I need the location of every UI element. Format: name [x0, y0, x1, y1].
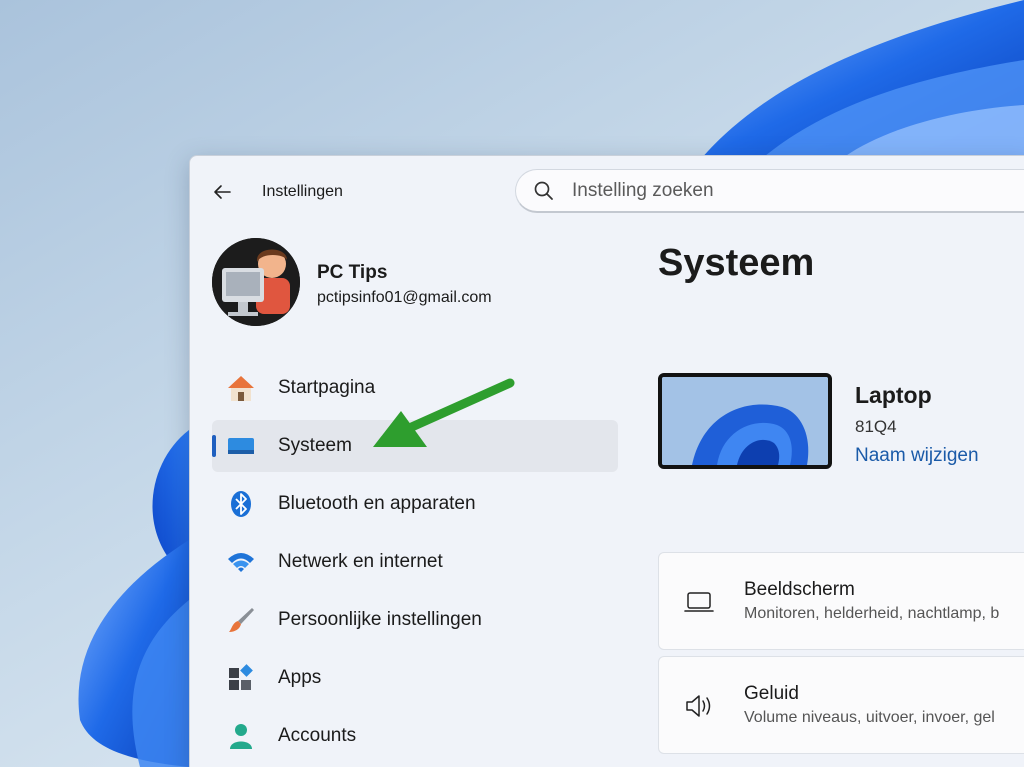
card-title: Geluid	[744, 683, 799, 704]
laptop-icon	[684, 592, 714, 612]
card-title: Beeldscherm	[744, 579, 855, 600]
sidebar-item-accounts[interactable]: Accounts	[212, 710, 618, 762]
sidebar-item-label: Persoonlijke instellingen	[278, 609, 482, 630]
sidebar-item-label: Bluetooth en apparaten	[278, 493, 476, 514]
sidebar-item-label: Apps	[278, 667, 322, 688]
sidebar-item-label: Systeem	[278, 435, 352, 456]
back-button[interactable]	[208, 178, 236, 206]
bluetooth-icon	[226, 489, 256, 519]
title-bar: Instellingen	[190, 156, 1024, 226]
home-icon	[226, 373, 256, 403]
sidebar-item-label: Startpagina	[278, 377, 376, 398]
sidebar-item-label: Accounts	[278, 725, 357, 746]
speaker-icon	[686, 695, 711, 717]
apps-icon	[226, 663, 256, 693]
card-geluid[interactable]: Geluid Volume niveaus, uitvoer, invoer, …	[658, 656, 1024, 754]
rename-device-link[interactable]: Naam wijzigen	[855, 445, 979, 467]
device-name: Laptop	[855, 382, 932, 408]
back-arrow-icon	[214, 185, 231, 199]
search-icon	[534, 181, 553, 200]
app-title: Instellingen	[262, 183, 343, 200]
sidebar-item-label: Netwerk en internet	[278, 551, 443, 572]
user-name: PC Tips	[317, 262, 388, 283]
avatar	[212, 238, 300, 326]
search-input[interactable]	[572, 179, 1012, 202]
wifi-icon	[226, 547, 256, 577]
card-subtitle: Monitoren, helderheid, nachtlamp, b	[744, 605, 1000, 622]
sidebar-item-bluetooth[interactable]: Bluetooth en apparaten	[212, 478, 618, 530]
page-title: Systeem	[658, 242, 815, 284]
search-box[interactable]	[515, 169, 1024, 213]
card-beeldscherm[interactable]: Beeldscherm Monitoren, helderheid, nacht…	[658, 552, 1024, 650]
device-wallpaper-thumbnail	[658, 373, 832, 469]
paintbrush-icon	[226, 605, 256, 635]
card-subtitle: Volume niveaus, uitvoer, invoer, gel	[744, 709, 995, 726]
device-model: 81Q4	[855, 417, 897, 436]
user-email: pctipsinfo01@gmail.com	[317, 289, 492, 306]
sidebar-item-netwerk[interactable]: Netwerk en internet	[212, 536, 618, 588]
selection-indicator	[212, 435, 216, 457]
annotation-arrow	[373, 378, 515, 447]
person-icon	[226, 721, 256, 751]
settings-window: Instellingen PC Tips pctipsinfo01@gmail.	[189, 155, 1024, 767]
sidebar-item-persoonlijk[interactable]: Persoonlijke instellingen	[212, 594, 618, 646]
monitor-icon	[226, 431, 256, 461]
sidebar-item-apps[interactable]: Apps	[212, 652, 618, 704]
